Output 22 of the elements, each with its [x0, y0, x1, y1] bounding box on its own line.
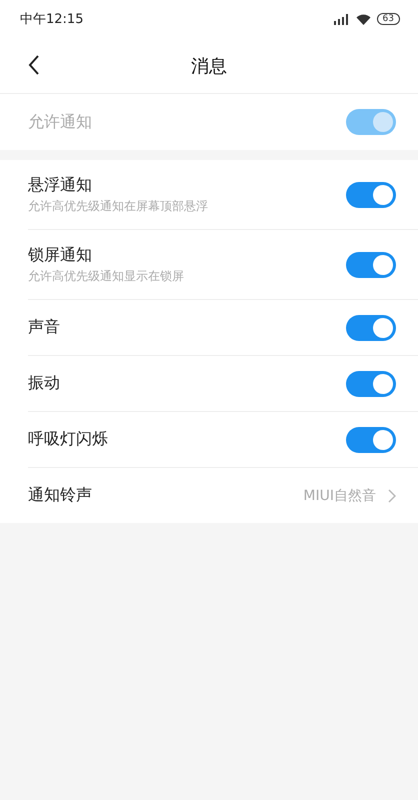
setting-label: 振动: [28, 373, 60, 394]
chevron-right-icon[interactable]: [388, 488, 396, 502]
battery-indicator: 63: [376, 13, 400, 25]
toggle-switch[interactable]: [346, 314, 396, 340]
wifi-icon: [356, 14, 371, 24]
status-time: 中午12:15: [20, 11, 84, 28]
toggle-switch[interactable]: [346, 182, 396, 208]
setting-label: 悬浮通知: [28, 174, 93, 196]
setting-description: 允许高优先级通知显示在锁屏: [28, 268, 184, 284]
back-icon[interactable]: [28, 55, 40, 75]
setting-label: 声音: [28, 317, 60, 338]
setting-label: 通知铃声: [28, 485, 92, 506]
setting-label: 允许通知: [28, 112, 92, 132]
toggle-switch[interactable]: [346, 370, 396, 396]
setting-label: 呼吸灯闪烁: [28, 429, 108, 450]
setting-label: 锁屏通知: [28, 244, 93, 266]
page-title: 消息: [191, 54, 227, 78]
toggle-switch[interactable]: [346, 426, 396, 452]
setting-value: MIUI自然音: [303, 486, 376, 504]
toggle-switch[interactable]: [346, 252, 396, 278]
signal-icon: [334, 14, 350, 24]
setting-description: 允许高优先级通知在屏幕顶部悬浮: [28, 198, 208, 214]
